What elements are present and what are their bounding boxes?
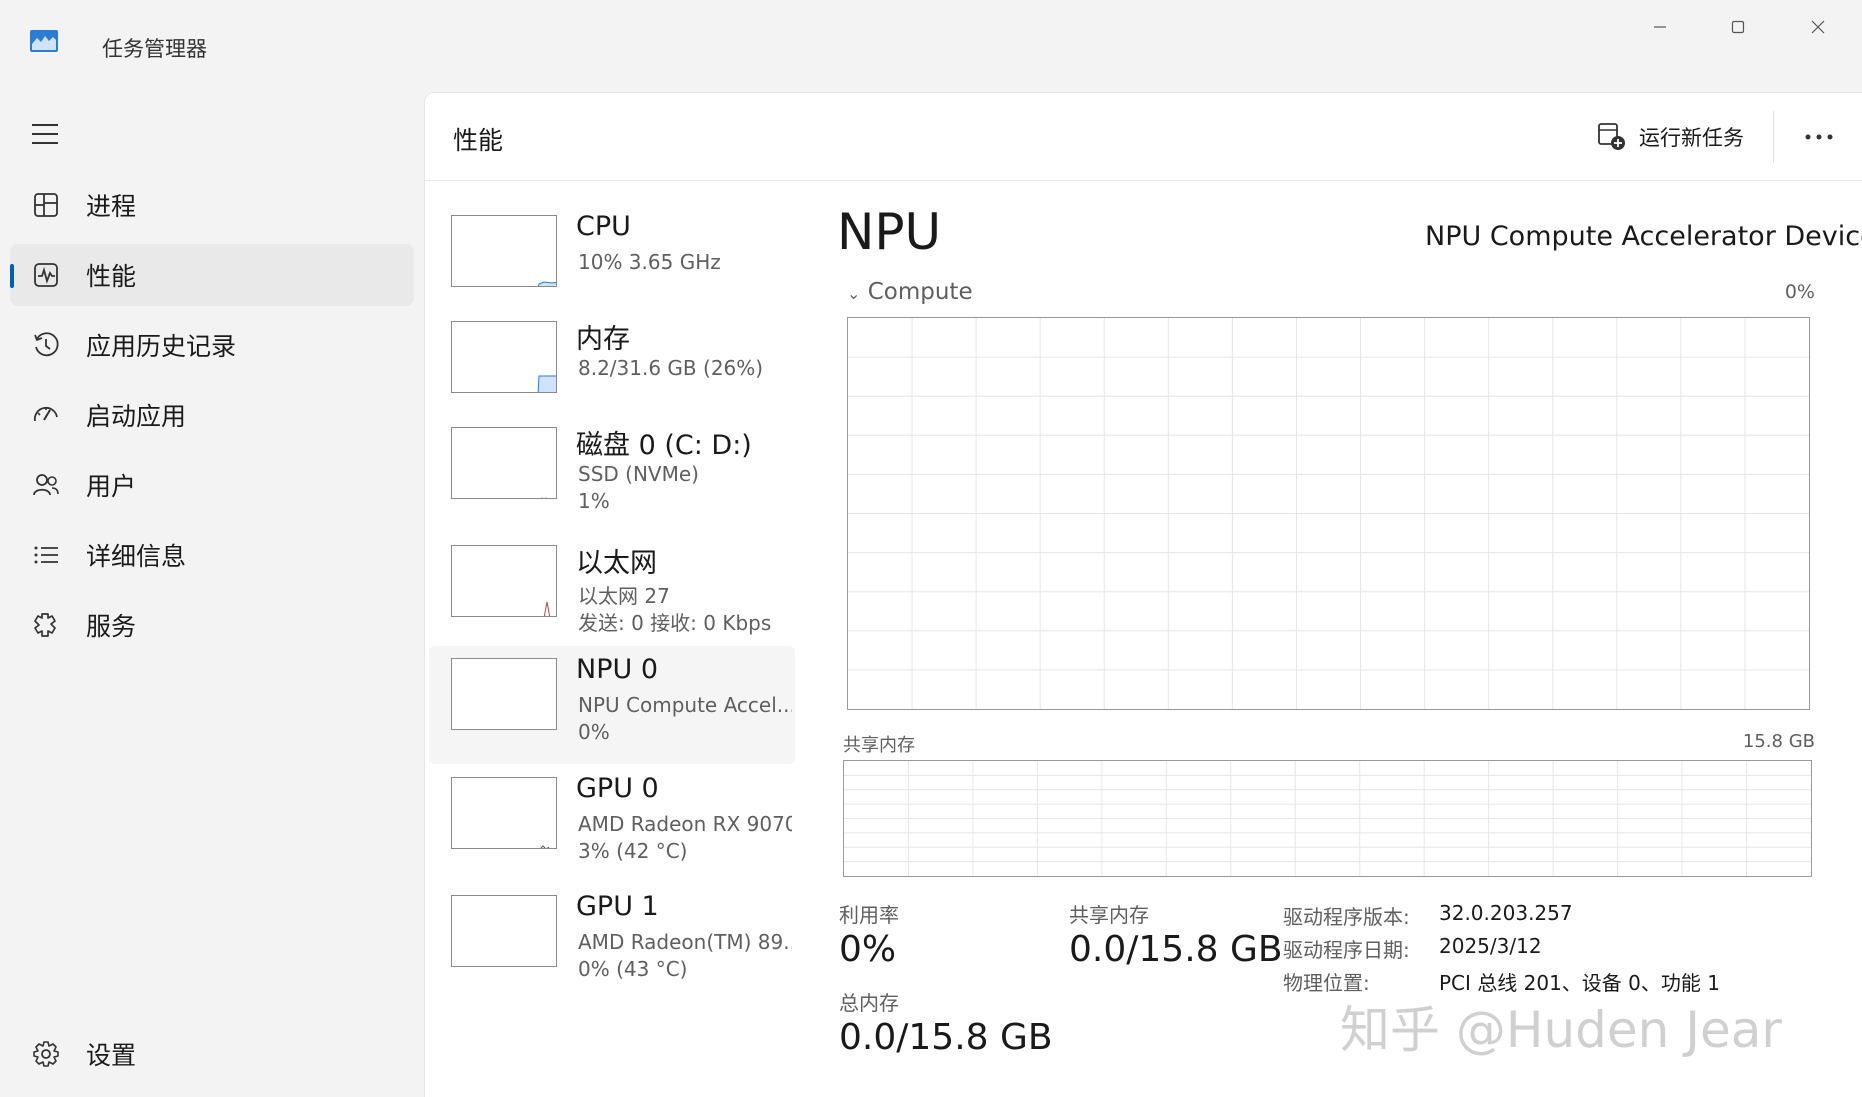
main-header: 性能 运行新任务 <box>425 93 1862 181</box>
minimize-button[interactable] <box>1636 12 1684 42</box>
device-item-npu[interactable]: NPU 0 NPU Compute Accel... 0% <box>429 646 795 764</box>
nav-label-app-history: 应用历史记录 <box>86 332 237 361</box>
page-title: 性能 <box>453 126 504 155</box>
nav-label-services: 服务 <box>86 612 137 641</box>
nav-item-settings[interactable]: 设置 <box>10 1024 414 1084</box>
close-button[interactable] <box>1794 12 1842 42</box>
device-item-memory[interactable]: 内存 8.2/31.6 GB (26%) <box>429 309 795 427</box>
shared-memory-label: 共享内存 <box>1069 903 1149 927</box>
watermark: 知乎 @Huden Jear <box>1340 1001 1782 1059</box>
nav-item-app-history[interactable]: 应用历史记录 <box>10 314 414 376</box>
device-usage: 发送: 0 接收: 0 Kbps <box>578 611 772 635</box>
gpu0-thumbnail-graph <box>451 777 557 849</box>
processes-icon <box>30 189 62 221</box>
users-icon <box>30 469 62 501</box>
detail-title: NPU <box>837 203 942 261</box>
close-icon <box>1811 20 1825 34</box>
run-task-icon <box>1598 123 1625 150</box>
device-name: 以太网 <box>576 548 657 579</box>
device-detail: AMD Radeon RX 9070 <box>578 812 792 836</box>
device-detail: NPU Compute Accel... <box>578 693 792 717</box>
detail-device-name: NPU Compute Accelerator Device <box>1425 221 1862 252</box>
performance-icon <box>30 259 62 291</box>
npu-thumbnail-graph <box>451 658 557 730</box>
device-usage: 3% (42 °C) <box>578 839 688 863</box>
device-detail: 8.2/31.6 GB (26%) <box>578 356 764 380</box>
gpu1-thumbnail-graph <box>451 895 557 967</box>
history-icon <box>30 329 62 361</box>
driver-version-value: 32.0.203.257 <box>1439 901 1573 925</box>
device-item-disk[interactable]: 磁盘 0 (C: D:) SSD (NVMe) 1% <box>429 415 795 533</box>
device-name: 内存 <box>576 324 630 355</box>
device-item-gpu0[interactable]: GPU 0 AMD Radeon RX 9070 3% (42 °C) <box>429 765 795 883</box>
task-manager-logo-icon <box>30 30 58 52</box>
compute-engine-selector[interactable]: ⌄ Compute <box>847 279 973 305</box>
details-icon <box>30 539 62 571</box>
chevron-down-icon: ⌄ <box>847 284 861 303</box>
cpu-thumbnail-graph <box>451 215 557 287</box>
device-item-ethernet[interactable]: 以太网 以太网 27 发送: 0 接收: 0 Kbps <box>429 533 795 651</box>
total-memory-value: 0.0/15.8 GB <box>839 1017 1053 1058</box>
nav-label-settings: 设置 <box>86 1041 137 1070</box>
compute-percent: 0% <box>1784 281 1815 303</box>
nav-label-details: 详细信息 <box>86 542 187 571</box>
device-usage: 0% <box>578 720 610 744</box>
nav-item-users[interactable]: 用户 <box>10 454 414 516</box>
nav-item-processes[interactable]: 进程 <box>10 174 414 236</box>
nav-item-startup[interactable]: 启动应用 <box>10 384 414 446</box>
total-memory-label: 总内存 <box>839 991 899 1015</box>
more-options-button[interactable] <box>1797 115 1841 159</box>
nav-label-performance: 性能 <box>86 262 137 291</box>
shared-memory-graph <box>843 760 1812 877</box>
device-name: GPU 0 <box>576 773 659 804</box>
minimize-icon <box>1654 26 1666 28</box>
device-name: 磁盘 0 (C: D:) <box>576 430 752 461</box>
nav-item-details[interactable]: 详细信息 <box>10 524 414 586</box>
device-item-gpu1[interactable]: GPU 1 AMD Radeon(TM) 89... 0% (43 °C) <box>429 883 795 1001</box>
disk-thumbnail-graph <box>451 427 557 499</box>
compute-graph <box>847 317 1810 710</box>
device-name: NPU 0 <box>576 654 659 685</box>
device-detail: SSD (NVMe) <box>578 462 699 486</box>
nav-label-startup: 启动应用 <box>86 402 187 431</box>
shared-memory-value: 0.0/15.8 GB <box>1069 929 1283 970</box>
more-options-icon <box>1805 134 1833 140</box>
driver-date-value: 2025/3/12 <box>1439 934 1542 958</box>
driver-version-label: 驱动程序版本: <box>1283 905 1410 929</box>
driver-date-label: 驱动程序日期: <box>1283 938 1410 962</box>
nav-label-processes: 进程 <box>86 192 137 221</box>
device-usage: 1% <box>578 489 610 513</box>
device-usage: 0% (43 °C) <box>578 957 688 981</box>
startup-icon <box>30 399 62 431</box>
memory-thumbnail-graph <box>451 321 557 393</box>
utilization-label: 利用率 <box>839 903 899 927</box>
title-bar: 任务管理器 <box>0 0 1862 90</box>
device-item-cpu[interactable]: CPU 10% 3.65 GHz <box>429 203 795 321</box>
main-panel: 性能 运行新任务 CPU 10% 3.65 GHz 内存 8.2/31.6 GB… <box>424 92 1862 1097</box>
hamburger-menu-icon[interactable] <box>30 122 60 146</box>
maximize-icon <box>1731 20 1745 34</box>
compute-label: Compute <box>867 279 973 305</box>
device-detail: AMD Radeon(TM) 89... <box>578 930 792 954</box>
header-divider <box>1773 111 1774 163</box>
run-new-task-button[interactable]: 运行新任务 <box>1597 115 1744 159</box>
device-name: GPU 1 <box>576 891 659 922</box>
window-title: 任务管理器 <box>102 37 207 61</box>
shared-memory-graph-label: 共享内存 <box>843 735 915 756</box>
device-name: CPU <box>576 211 631 242</box>
device-detail: 以太网 27 <box>578 584 670 608</box>
nav-item-performance[interactable]: 性能 <box>10 244 414 306</box>
nav-item-services[interactable]: 服务 <box>10 594 414 656</box>
ethernet-thumbnail-graph <box>451 545 557 617</box>
device-detail: 10% 3.65 GHz <box>578 250 721 274</box>
active-indicator <box>10 264 14 288</box>
nav-label-users: 用户 <box>86 472 137 501</box>
shared-memory-graph-max: 15.8 GB <box>1742 731 1815 752</box>
gear-icon <box>30 1038 62 1070</box>
run-task-label: 运行新任务 <box>1639 126 1744 150</box>
maximize-button[interactable] <box>1714 12 1762 42</box>
services-icon <box>30 609 62 641</box>
utilization-value: 0% <box>839 929 897 970</box>
